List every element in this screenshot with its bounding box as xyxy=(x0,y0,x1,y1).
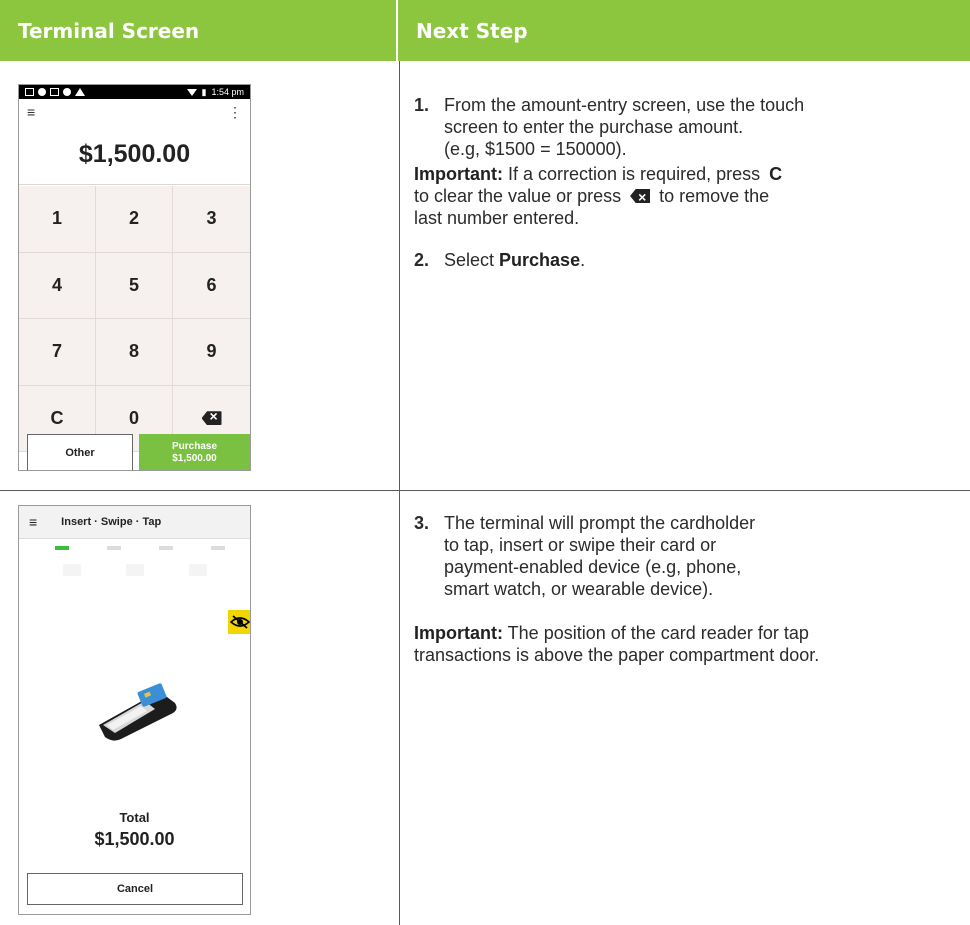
important-note-1: Important: If a correction is required, … xyxy=(414,163,782,229)
warning-icon xyxy=(75,88,85,96)
purchase-button-label: Purchase xyxy=(171,441,218,452)
hamburger-menu-icon[interactable]: ≡ xyxy=(27,104,35,120)
step-3-line-1: The terminal will prompt the cardholder xyxy=(444,513,756,533)
row-divider xyxy=(0,490,970,491)
battery-icon: ▮ xyxy=(201,86,207,97)
more-options-icon[interactable]: ⋮ xyxy=(228,104,242,121)
step-2-number: 2. xyxy=(414,250,430,270)
status-bar: ▮ 1:54 pm xyxy=(19,85,250,99)
progress-step xyxy=(107,546,121,550)
image-icon xyxy=(50,88,59,96)
important-2-text-2: transactions is above the paper compartm… xyxy=(414,645,820,665)
key-4[interactable]: 4 xyxy=(19,252,96,319)
important-1-text-c: to remove the xyxy=(654,186,770,206)
step-3-line-3: payment-enabled device (e.g, phone, xyxy=(444,557,742,577)
screen-title: Insert · Swipe · Tap xyxy=(61,516,162,528)
key-9[interactable]: 9 xyxy=(173,319,250,386)
accessibility-eye-icon[interactable] xyxy=(228,610,250,634)
important-1-text-a: If a correction is required, press xyxy=(503,164,766,184)
cancel-button[interactable]: Cancel xyxy=(27,873,243,905)
terminal-screen-amount-entry: ▮ 1:54 pm ≡ ⋮ $1,500.00 1 2 3 4 5 6 7 8 … xyxy=(18,84,251,471)
other-button[interactable]: Other xyxy=(27,434,133,470)
total-amount: $1,500.00 xyxy=(94,829,175,849)
key-8[interactable]: 8 xyxy=(96,319,173,386)
key-2[interactable]: 2 xyxy=(96,186,173,253)
important-2-text-1: The position of the card reader for tap xyxy=(503,623,809,643)
important-note-2: Important: The position of the card read… xyxy=(414,622,819,666)
progress-step-active xyxy=(55,546,69,550)
backspace-icon xyxy=(630,189,651,203)
key-1[interactable]: 1 xyxy=(19,186,96,253)
clear-key-reference: C xyxy=(769,164,783,184)
progress-step xyxy=(159,546,173,550)
amount-display: $1,500.00 xyxy=(19,125,250,185)
column-header-terminal-screen: Terminal Screen xyxy=(0,0,396,61)
status-time: 1:54 pm xyxy=(211,87,244,97)
key-6[interactable]: 6 xyxy=(173,253,250,319)
card-type-icon xyxy=(126,564,144,576)
step-1-number: 1. xyxy=(414,95,430,115)
key-3[interactable]: 3 xyxy=(173,186,250,253)
key-7[interactable]: 7 xyxy=(19,319,96,386)
wifi-icon xyxy=(186,88,197,96)
hamburger-menu-icon[interactable]: ≡ xyxy=(29,514,37,530)
sync-icon xyxy=(63,88,71,96)
step-2-text: Select xyxy=(444,250,500,270)
step-3: 3. The terminal will prompt the cardhold… xyxy=(414,512,755,600)
backspace-icon xyxy=(201,411,222,426)
total-label: Total xyxy=(119,810,150,825)
step-3-number: 3. xyxy=(414,513,430,533)
card-type-icon xyxy=(63,564,81,576)
payment-terminal-illustration xyxy=(95,681,179,746)
step-3-line-2: to tap, insert or swipe their card or xyxy=(444,535,717,555)
key-5[interactable]: 5 xyxy=(96,252,173,319)
step-1: 1. From the amount-entry screen, use the… xyxy=(414,94,804,160)
purchase-button[interactable]: Purchase $1,500.00 xyxy=(139,434,250,470)
numeric-keypad: 1 2 3 4 5 6 7 8 9 C 0 xyxy=(19,186,250,452)
important-label: Important: xyxy=(414,164,503,184)
step-2: 2. Select Purchase. xyxy=(414,249,585,271)
important-1-text-d: last number entered. xyxy=(414,208,580,228)
important-1-text-b: to clear the value or press xyxy=(414,186,627,206)
step-1-line-3: (e.g, $1500 = 150000). xyxy=(444,139,627,159)
column-divider xyxy=(399,61,400,925)
step-2-bold: Purchase xyxy=(499,250,581,270)
step-3-line-4: smart watch, or wearable device). xyxy=(444,579,714,599)
card-type-icon xyxy=(189,564,207,576)
progress-indicator xyxy=(55,546,225,550)
info-icon xyxy=(38,88,46,96)
step-1-line-1: From the amount-entry screen, use the to… xyxy=(444,95,805,115)
step-1-line-2: screen to enter the purchase amount. xyxy=(444,117,744,137)
card-icon xyxy=(25,88,34,96)
column-header-next-step: Next Step xyxy=(398,0,970,61)
step-2-end: . xyxy=(580,250,586,270)
progress-step xyxy=(211,546,225,550)
important-label: Important: xyxy=(414,623,503,643)
terminal-screen-card-prompt: ≡ Insert · Swipe · Tap Total $1,500.00 C… xyxy=(18,505,251,915)
purchase-button-amount: $1,500.00 xyxy=(172,453,217,464)
